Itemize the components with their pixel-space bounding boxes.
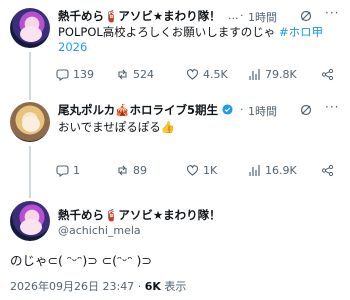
like-count: 4.5K (203, 68, 228, 81)
grok-icon[interactable] (300, 104, 312, 116)
views-count: 79.8K (265, 68, 297, 81)
separator: · (240, 9, 244, 22)
post-datetime[interactable]: 2026年09月26日 23:47 (10, 280, 134, 293)
post-text: POLPOL高校よろしくお願いしますのじゃ #ホロ甲2026 (58, 25, 338, 55)
author-name[interactable]: 熱千めら🧯アソビ★まわり隊！ (58, 8, 221, 24)
like-icon (186, 165, 199, 176)
views-icon (249, 165, 260, 176)
reply-count: 139 (73, 68, 94, 81)
share-button[interactable] (321, 68, 334, 81)
reply-count: 1 (73, 164, 80, 177)
post-body: POLPOL高校よろしくお願いしますのじゃ (58, 25, 279, 39)
repost-button[interactable]: 89 (116, 164, 147, 177)
grok-icon[interactable] (300, 10, 312, 22)
repost-count: 89 (133, 164, 147, 177)
repost-icon (118, 165, 127, 176)
timestamp[interactable]: 1時間 (248, 103, 277, 119)
share-icon (321, 164, 334, 177)
reply-button[interactable]: 1 (56, 164, 80, 177)
views-button[interactable]: 16.9K (248, 164, 297, 177)
action-bar: 139 524 4.5K 79.8K (48, 68, 338, 84)
avatar[interactable] (10, 201, 50, 241)
author-handle[interactable]: @achichi_mela (58, 224, 141, 237)
post-text: おいでませぽるぽる👍 (58, 120, 176, 134)
reply-button[interactable]: 139 (56, 68, 94, 81)
post-1[interactable]: 熱千めら🧯アソビ★まわり隊！ ... · 1時間 ··· POLPOL高校よろし… (0, 0, 350, 92)
author-name[interactable]: 熱千めら🧯アソビ★まわり隊！ (58, 207, 221, 223)
thread-line (29, 52, 31, 92)
post-meta: 2026年09月26日 23:47 · 6K 表示 (10, 278, 186, 294)
reply-icon (56, 69, 69, 81)
avatar[interactable] (10, 102, 50, 142)
author-name[interactable]: 尾丸ポルカ🎪ホロライブ5期生 (58, 102, 233, 118)
repost-icon (118, 69, 127, 80)
like-button[interactable]: 4.5K (186, 68, 228, 81)
more-icon[interactable]: ··· (325, 100, 339, 114)
more-icon[interactable]: ··· (325, 6, 339, 20)
author-name-text: 尾丸ポルカ🎪ホロライブ5期生 (58, 103, 218, 117)
views-icon (249, 69, 260, 80)
post-text: のじゃ⊂( ᵔᵕᵔ)⊃ ⊂(ᵔᵕᵔ )⊃ (10, 253, 152, 268)
ellipsis: ... (228, 9, 239, 22)
repost-count: 524 (133, 68, 154, 81)
thread-line (29, 188, 31, 198)
meta-dot: · (137, 280, 142, 293)
reply-icon (56, 165, 69, 177)
avatar[interactable] (10, 8, 50, 48)
views-count: 6K (144, 280, 161, 293)
repost-button[interactable]: 524 (116, 68, 154, 81)
timestamp[interactable]: 1時間 (248, 9, 277, 25)
verified-icon (222, 104, 233, 115)
post-2[interactable]: 尾丸ポルカ🎪ホロライブ5期生 · 1時間 ··· おいでませぽるぽる👍 1 89… (0, 92, 350, 188)
share-icon (321, 68, 334, 81)
views-button[interactable]: 79.8K (248, 68, 297, 81)
separator: · (240, 103, 244, 116)
views-count: 16.9K (265, 164, 297, 177)
views-label: 表示 (164, 280, 187, 293)
post-3[interactable]: 熱千めら🧯アソビ★まわり隊！ @achichi_mela のじゃ⊂( ᵔᵕᵔ)⊃… (0, 188, 350, 300)
share-button[interactable] (321, 164, 334, 177)
thread-line (29, 92, 31, 100)
like-count: 1K (203, 164, 218, 177)
like-icon (186, 69, 199, 80)
action-bar: 1 89 1K 16.9K (48, 164, 338, 180)
like-button[interactable]: 1K (186, 164, 217, 177)
thread-line (29, 146, 31, 188)
